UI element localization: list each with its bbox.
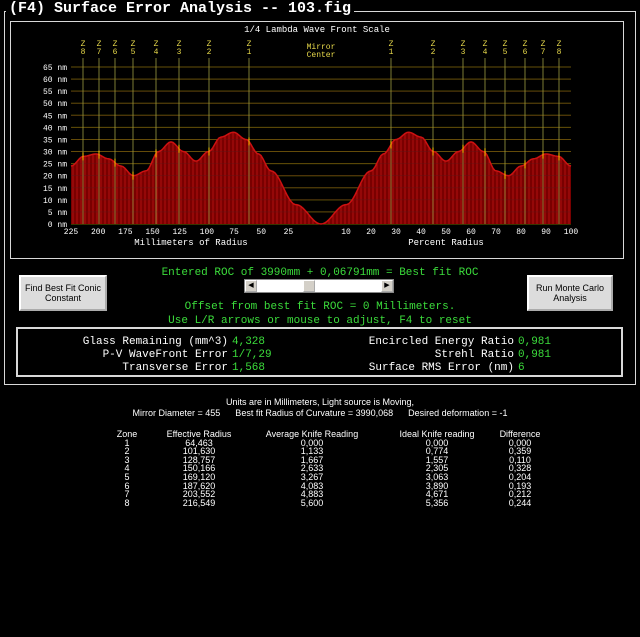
surface-rms-value: 6 xyxy=(518,362,525,374)
slider-right-arrow-icon[interactable]: ▶ xyxy=(381,280,393,292)
zone-label-right: Z8 xyxy=(557,40,562,57)
surface-rms-label: Surface RMS Error (nm) xyxy=(368,362,514,374)
x-tick-right: 10 xyxy=(341,228,351,237)
zone-label-left: Z7 xyxy=(97,40,102,57)
units-info: Units are in Millimeters, Light source i… xyxy=(225,397,415,407)
surface-fill xyxy=(71,132,571,224)
y-tick-label: 5 nm xyxy=(48,209,67,218)
x-tick-left: 225 xyxy=(64,228,79,237)
y-tick-label: 45 nm xyxy=(43,112,67,121)
wavefront-chart-panel: 1/4 Lambda Wave Front Scale 65 nm 60 nm 55… xyxy=(10,21,624,259)
zone-label-right: Z5 xyxy=(503,40,508,57)
x-tick-left: 50 xyxy=(256,228,266,237)
x-tick-left: 175 xyxy=(118,228,133,237)
slider-thumb[interactable] xyxy=(303,280,315,292)
window-title: (F4) Surface Error Analysis -- 103.fig xyxy=(6,0,355,18)
zone-label-left: Z3 xyxy=(177,40,182,57)
offset-text: Offset from best fit ROC = 0 Millimeters… xyxy=(184,301,456,313)
zone-label-left: Z2 xyxy=(207,40,212,57)
zone-label-left: Z8 xyxy=(81,40,86,57)
zone-label-right: Z2 xyxy=(431,40,436,57)
roc-adjust-slider[interactable]: ◀ ▶ xyxy=(244,279,394,293)
zone-label-right: Z4 xyxy=(483,40,488,57)
adjust-hint-text: Use L/R arrows or mouse to adjust, F4 to… xyxy=(168,315,472,327)
table-cell: 216,549 xyxy=(182,497,216,508)
table-cell: 8 xyxy=(124,497,130,508)
strehl-ratio-value: 0,981 xyxy=(518,349,552,361)
y-tick-label: 55 nm xyxy=(43,88,67,97)
x-tick-right: 100 xyxy=(564,228,579,237)
entered-roc-text: Entered ROC of 3990mm + 0,06791mm = Best… xyxy=(161,267,479,279)
x-tick-right: 90 xyxy=(541,228,551,237)
right-axis-label: Percent Radius xyxy=(408,238,484,248)
stats-panel: Glass Remaining (mm^3) 4,328 P-V WaveFro… xyxy=(16,327,623,377)
y-tick-label: 15 nm xyxy=(43,185,67,194)
mirror-center-label: Center xyxy=(307,51,336,60)
x-tick-right: 80 xyxy=(516,228,526,237)
slider-left-arrow-icon[interactable]: ◀ xyxy=(245,280,257,292)
x-tick-left: 150 xyxy=(145,228,160,237)
encircled-energy-value: 0,981 xyxy=(518,336,552,348)
x-tick-right: 50 xyxy=(441,228,451,237)
zone-label-left: Z5 xyxy=(131,40,136,57)
encircled-energy-label: Encircled Energy Ratio xyxy=(368,336,514,348)
strehl-ratio-label: Strehl Ratio xyxy=(434,349,514,361)
wavefront-chart: 65 nm 60 nm 55 nm 50 nm 45 nm 40 nm 35 nm 30 nm… xyxy=(43,40,579,248)
run-monte-carlo-button[interactable]: Run Monte Carlo Analysis xyxy=(527,275,613,311)
table-cell: 5,600 xyxy=(300,497,324,508)
y-tick-label: 10 nm xyxy=(43,197,67,206)
table-cell: 5,356 xyxy=(425,497,449,508)
y-tick-label: 25 nm xyxy=(43,161,67,170)
diameter-info: Mirror Diameter = 455 Best fit Radius of… xyxy=(132,408,508,418)
y-tick-label: 50 nm xyxy=(43,100,67,109)
x-tick-right: 60 xyxy=(466,228,476,237)
zone-label-right: Z3 xyxy=(461,40,466,57)
y-tick-label: 65 nm xyxy=(43,64,67,73)
zone-label-left: Z6 xyxy=(113,40,118,57)
x-tick-right: 30 xyxy=(391,228,401,237)
find-best-fit-conic-button[interactable]: Find Best Fit Conic Constant xyxy=(19,275,107,311)
x-tick-left: 100 xyxy=(200,228,215,237)
x-tick-left: 25 xyxy=(284,228,294,237)
left-axis-label: Millimeters of Radius xyxy=(134,238,247,248)
table-cell: 0,244 xyxy=(508,497,532,508)
zone-label-left: Z1 xyxy=(247,40,252,57)
x-tick-left: 75 xyxy=(229,228,239,237)
zone-label-right: Z6 xyxy=(523,40,528,57)
y-tick-label: 30 nm xyxy=(43,149,67,158)
y-tick-label: 40 nm xyxy=(43,124,67,133)
x-tick-left: 125 xyxy=(172,228,187,237)
y-tick-label: 20 nm xyxy=(43,173,67,182)
zone-label-right: Z7 xyxy=(541,40,546,57)
x-tick-right: 20 xyxy=(366,228,376,237)
y-tick-label: 35 nm xyxy=(43,136,67,145)
zone-label-left: Z4 xyxy=(154,40,159,57)
x-tick-left: 200 xyxy=(91,228,106,237)
y-tick-label: 60 nm xyxy=(43,76,67,85)
x-tick-right: 40 xyxy=(416,228,426,237)
x-tick-right: 70 xyxy=(491,228,501,237)
zone-label-right: Z1 xyxy=(389,40,394,57)
